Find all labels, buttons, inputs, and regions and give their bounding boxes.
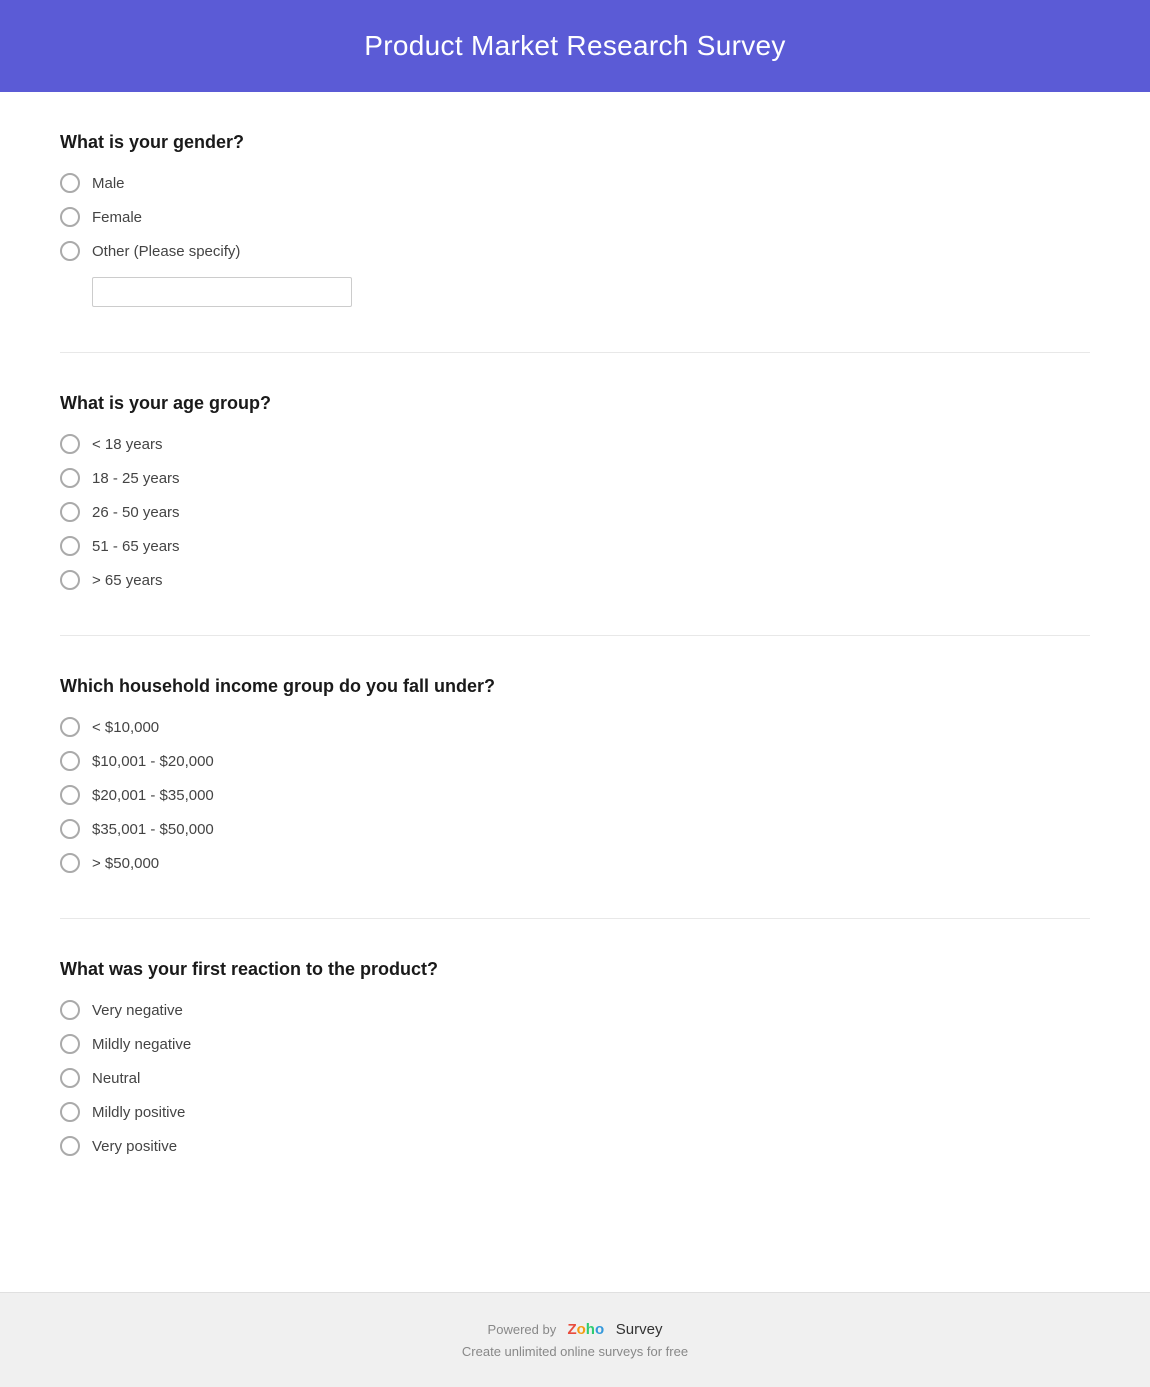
income-20k-35k-label[interactable]: $20,001 - $35,000 bbox=[92, 787, 214, 804]
income-under10k-radio[interactable] bbox=[60, 717, 80, 737]
question-reaction-label: What was your first reaction to the prod… bbox=[60, 959, 1090, 980]
income-20k-35k-radio[interactable] bbox=[60, 785, 80, 805]
reaction-neutral-radio[interactable] bbox=[60, 1068, 80, 1088]
question-income: Which household income group do you fall… bbox=[60, 676, 1090, 873]
divider-1 bbox=[60, 352, 1090, 353]
reaction-very-positive-label[interactable]: Very positive bbox=[92, 1138, 177, 1155]
age-26-50-label[interactable]: 26 - 50 years bbox=[92, 504, 180, 521]
income-35k-50k-label[interactable]: $35,001 - $50,000 bbox=[92, 821, 214, 838]
age-under18-label[interactable]: < 18 years bbox=[92, 436, 162, 453]
question-gender: What is your gender? Male Female Other (… bbox=[60, 132, 1090, 307]
list-item: Neutral bbox=[60, 1068, 1090, 1088]
gender-male-radio[interactable] bbox=[60, 173, 80, 193]
footer-powered-line: Powered by Zoho Survey bbox=[20, 1321, 1130, 1338]
list-item: > 65 years bbox=[60, 570, 1090, 590]
question-age: What is your age group? < 18 years 18 - … bbox=[60, 393, 1090, 590]
list-item: Female bbox=[60, 207, 1090, 227]
income-over50k-label[interactable]: > $50,000 bbox=[92, 855, 159, 872]
powered-by-text: Powered by bbox=[488, 1322, 557, 1337]
gender-other-input-wrapper bbox=[92, 277, 352, 307]
age-options: < 18 years 18 - 25 years 26 - 50 years 5… bbox=[60, 434, 1090, 590]
list-item: Other (Please specify) bbox=[60, 241, 1090, 307]
zoho-logo: Zoho bbox=[567, 1321, 604, 1338]
gender-other-radio[interactable] bbox=[60, 241, 80, 261]
age-18-25-radio[interactable] bbox=[60, 468, 80, 488]
income-options: < $10,000 $10,001 - $20,000 $20,001 - $3… bbox=[60, 717, 1090, 873]
age-51-65-radio[interactable] bbox=[60, 536, 80, 556]
reaction-mildly-negative-radio[interactable] bbox=[60, 1034, 80, 1054]
survey-header: Product Market Research Survey bbox=[0, 0, 1150, 92]
income-35k-50k-radio[interactable] bbox=[60, 819, 80, 839]
list-item: $35,001 - $50,000 bbox=[60, 819, 1090, 839]
list-item: > $50,000 bbox=[60, 853, 1090, 873]
list-item: < 18 years bbox=[60, 434, 1090, 454]
reaction-mildly-negative-label[interactable]: Mildly negative bbox=[92, 1036, 191, 1053]
list-item: < $10,000 bbox=[60, 717, 1090, 737]
reaction-very-negative-label[interactable]: Very negative bbox=[92, 1002, 183, 1019]
survey-footer: Powered by Zoho Survey Create unlimited … bbox=[0, 1292, 1150, 1387]
income-10k-20k-radio[interactable] bbox=[60, 751, 80, 771]
list-item: Male bbox=[60, 173, 1090, 193]
list-item: Very positive bbox=[60, 1136, 1090, 1156]
list-item: 51 - 65 years bbox=[60, 536, 1090, 556]
list-item: 18 - 25 years bbox=[60, 468, 1090, 488]
age-26-50-radio[interactable] bbox=[60, 502, 80, 522]
gender-other-text-input[interactable] bbox=[92, 277, 352, 307]
footer-survey-label: Survey bbox=[616, 1321, 663, 1338]
question-reaction: What was your first reaction to the prod… bbox=[60, 959, 1090, 1156]
list-item: $10,001 - $20,000 bbox=[60, 751, 1090, 771]
income-under10k-label[interactable]: < $10,000 bbox=[92, 719, 159, 736]
reaction-very-positive-radio[interactable] bbox=[60, 1136, 80, 1156]
zoho-logo-container: Zoho Survey bbox=[560, 1321, 663, 1338]
gender-other-label[interactable]: Other (Please specify) bbox=[92, 243, 240, 260]
age-over65-label[interactable]: > 65 years bbox=[92, 572, 162, 589]
zoho-h: h bbox=[586, 1321, 595, 1338]
question-gender-label: What is your gender? bbox=[60, 132, 1090, 153]
reaction-mildly-positive-radio[interactable] bbox=[60, 1102, 80, 1122]
gender-male-label[interactable]: Male bbox=[92, 175, 125, 192]
footer-sub-text: Create unlimited online surveys for free bbox=[20, 1344, 1130, 1359]
gender-options: Male Female Other (Please specify) bbox=[60, 173, 1090, 307]
list-item: 26 - 50 years bbox=[60, 502, 1090, 522]
list-item: Very negative bbox=[60, 1000, 1090, 1020]
reaction-neutral-label[interactable]: Neutral bbox=[92, 1070, 140, 1087]
reaction-mildly-positive-label[interactable]: Mildly positive bbox=[92, 1104, 185, 1121]
zoho-o1: o bbox=[577, 1321, 586, 1338]
list-item: $20,001 - $35,000 bbox=[60, 785, 1090, 805]
gender-female-label[interactable]: Female bbox=[92, 209, 142, 226]
age-under18-radio[interactable] bbox=[60, 434, 80, 454]
age-51-65-label[interactable]: 51 - 65 years bbox=[92, 538, 180, 555]
survey-body: What is your gender? Male Female Other (… bbox=[0, 92, 1150, 1292]
income-over50k-radio[interactable] bbox=[60, 853, 80, 873]
survey-title: Product Market Research Survey bbox=[20, 30, 1130, 62]
reaction-very-negative-radio[interactable] bbox=[60, 1000, 80, 1020]
age-18-25-label[interactable]: 18 - 25 years bbox=[92, 470, 180, 487]
divider-3 bbox=[60, 918, 1090, 919]
list-item: Mildly negative bbox=[60, 1034, 1090, 1054]
age-over65-radio[interactable] bbox=[60, 570, 80, 590]
gender-female-radio[interactable] bbox=[60, 207, 80, 227]
question-age-label: What is your age group? bbox=[60, 393, 1090, 414]
list-item: Mildly positive bbox=[60, 1102, 1090, 1122]
divider-2 bbox=[60, 635, 1090, 636]
zoho-o2: o bbox=[595, 1321, 604, 1338]
income-10k-20k-label[interactable]: $10,001 - $20,000 bbox=[92, 753, 214, 770]
reaction-options: Very negative Mildly negative Neutral Mi… bbox=[60, 1000, 1090, 1156]
zoho-z: Z bbox=[567, 1321, 576, 1338]
question-income-label: Which household income group do you fall… bbox=[60, 676, 1090, 697]
